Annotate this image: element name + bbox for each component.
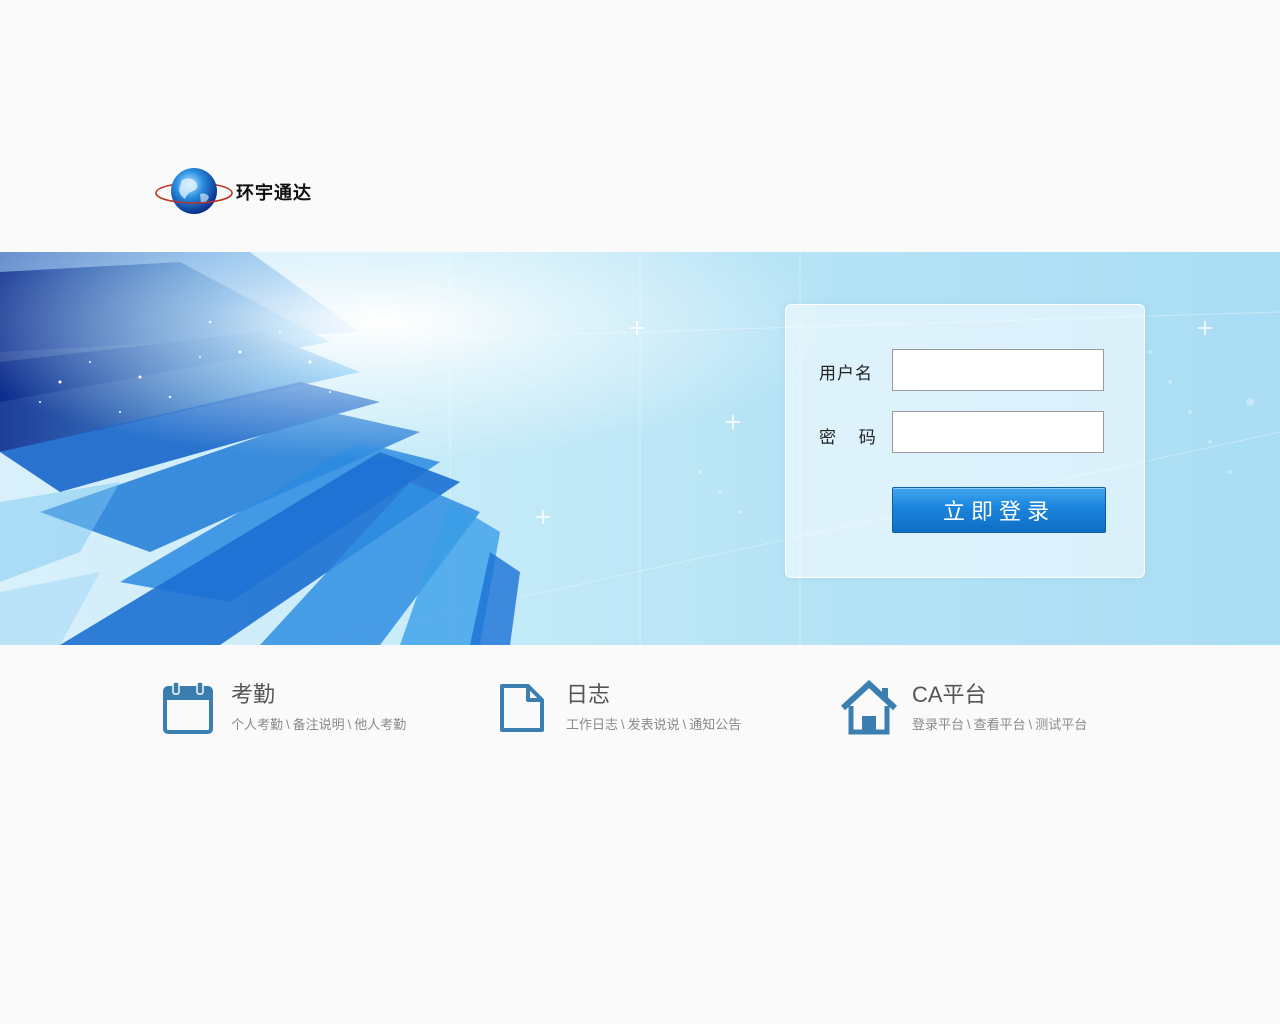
link-view-platform[interactable]: 查看平台 (974, 717, 1026, 732)
username-label: 用户名 (819, 364, 873, 383)
link-announcements[interactable]: 通知公告 (689, 717, 741, 732)
link-separator: \ (1028, 717, 1033, 732)
feature-attendance: 考勤 个人考勤 \ 备注说明 \ 他人考勤 (163, 680, 406, 740)
brand-name: 环宇通达 (236, 183, 312, 204)
link-separator: \ (682, 717, 687, 732)
username-input[interactable] (892, 349, 1104, 391)
link-separator: \ (621, 717, 625, 732)
link-login-platform[interactable]: 登录平台 (912, 717, 964, 732)
feature-title-log[interactable]: 日志 (566, 680, 741, 710)
globe-icon (154, 166, 234, 218)
login-panel: 用户名 密 码 立即登录 (785, 304, 1145, 578)
link-work-log[interactable]: 工作日志 (566, 717, 618, 732)
home-icon (840, 679, 900, 736)
feature-title-ca-platform[interactable]: CA平台 (912, 680, 1087, 710)
feature-links-ca-platform: 登录平台 \ 查看平台 \ 测试平台 (912, 714, 1087, 733)
link-post-status[interactable]: 发表说说 (628, 717, 680, 732)
feature-title-attendance[interactable]: 考勤 (231, 680, 406, 710)
link-test-platform[interactable]: 测试平台 (1035, 717, 1087, 732)
link-separator: \ (967, 717, 971, 732)
document-icon (498, 680, 554, 736)
link-separator: \ (347, 717, 352, 732)
login-page: 环宇通达 用户名 密 码 立即登录 考勤 个人考勤 \ 备注说明 \ 他人考勤 … (0, 0, 1280, 1024)
feature-links-attendance: 个人考勤 \ 备注说明 \ 他人考勤 (231, 714, 406, 733)
brand-logo: 环宇通达 (154, 166, 312, 218)
calendar-icon (163, 680, 219, 736)
password-input[interactable] (892, 411, 1104, 453)
link-others-attendance[interactable]: 他人考勤 (354, 717, 406, 732)
link-notes[interactable]: 备注说明 (293, 717, 345, 732)
login-button[interactable]: 立即登录 (892, 487, 1106, 533)
password-label: 密 码 (819, 428, 876, 447)
feature-log: 日志 工作日志 \ 发表说说 \ 通知公告 (498, 680, 741, 740)
feature-links-log: 工作日志 \ 发表说说 \ 通知公告 (566, 714, 741, 733)
link-separator: \ (286, 717, 290, 732)
feature-ca-platform: CA平台 登录平台 \ 查看平台 \ 测试平台 (840, 679, 1087, 740)
link-personal-attendance[interactable]: 个人考勤 (231, 717, 283, 732)
